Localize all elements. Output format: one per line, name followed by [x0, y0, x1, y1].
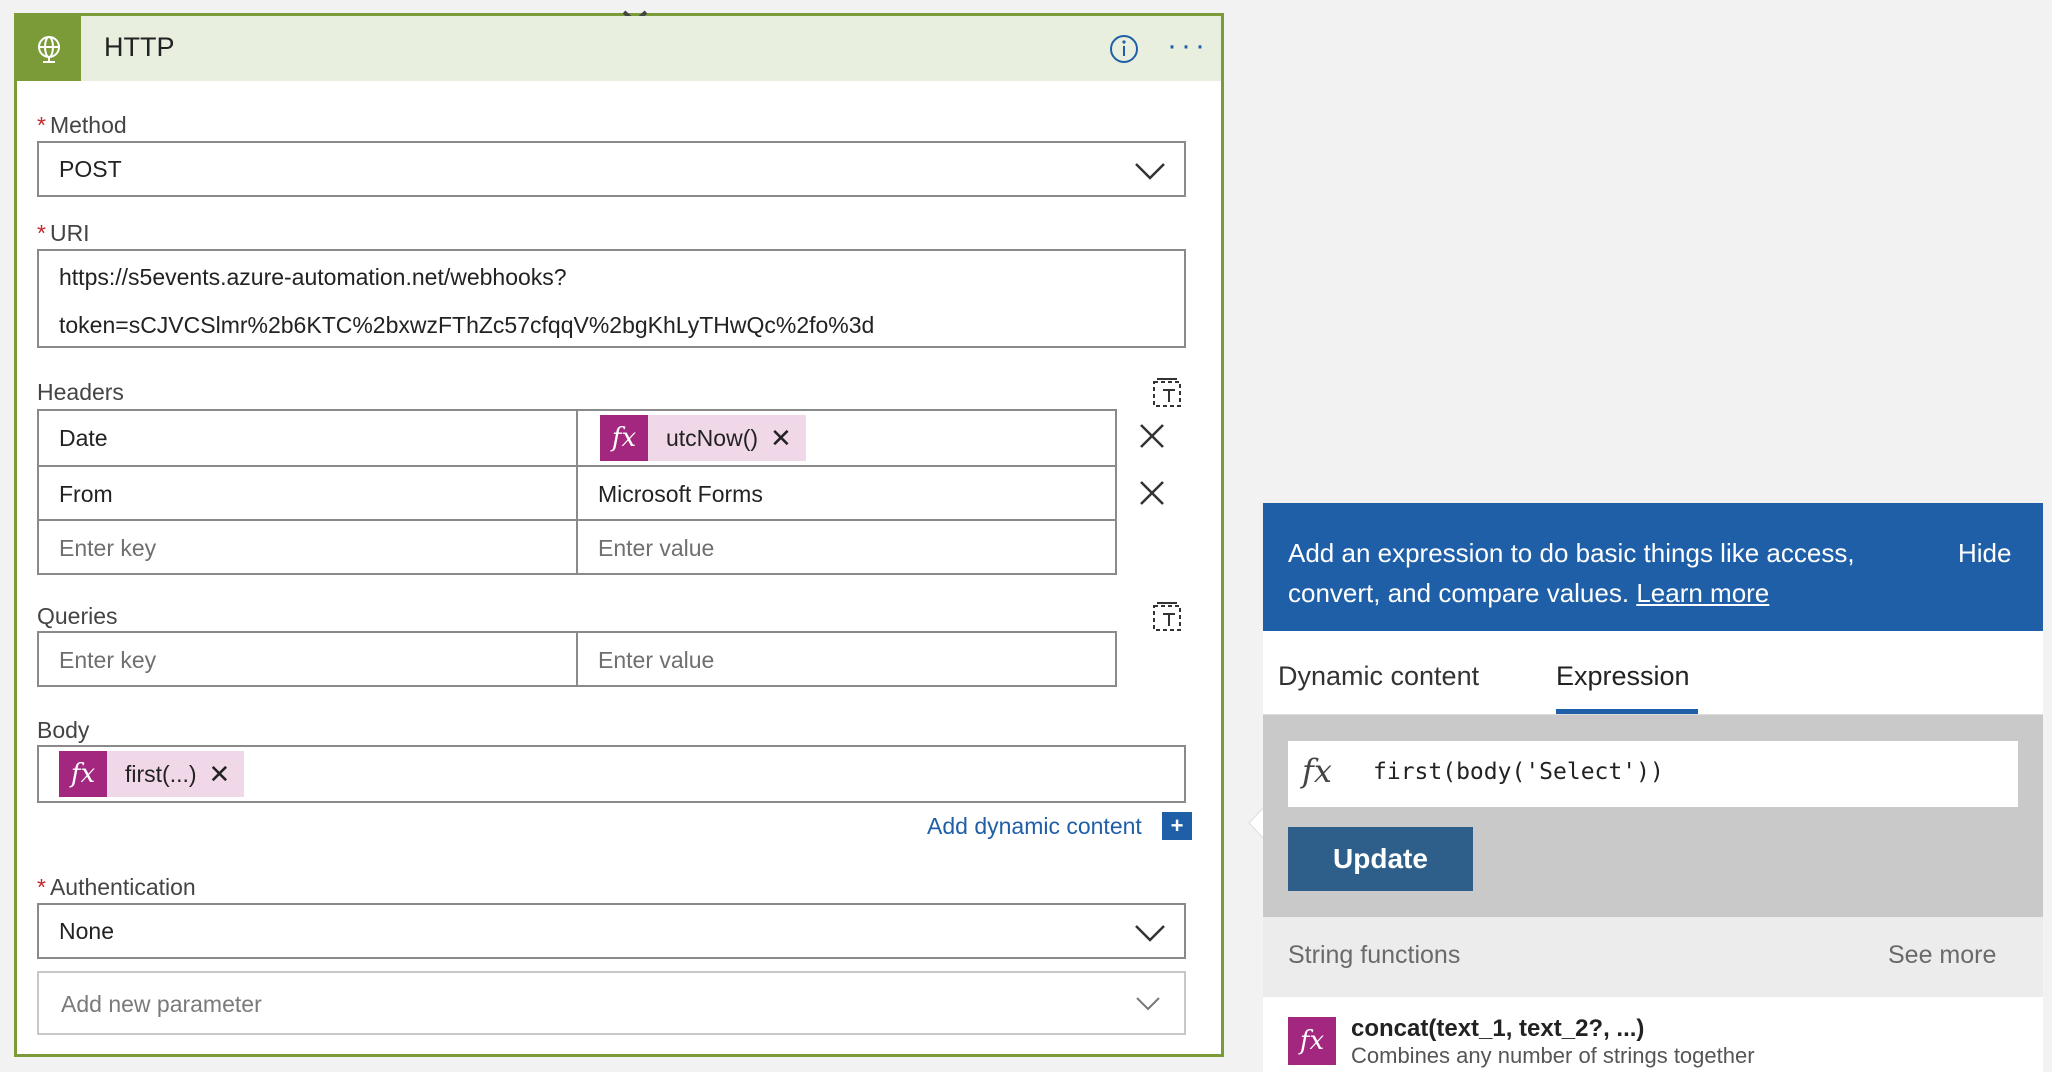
placeholder-text: Enter value	[598, 535, 715, 561]
chevron-down-icon	[1135, 163, 1165, 180]
placeholder-text: Enter value	[598, 647, 715, 673]
placeholder-text: Enter key	[59, 647, 157, 673]
chevron-down-icon	[1136, 997, 1160, 1011]
function-list-item[interactable]: fx concat(text_1, text_2?, ...) Combines…	[1263, 997, 2043, 1072]
panel-info-banner: Add an expression to do basic things lik…	[1263, 503, 2043, 631]
expression-text: first(body('Select'))	[1373, 759, 1664, 785]
card-header[interactable]: HTTP ···	[17, 16, 1221, 81]
update-button[interactable]: Update	[1288, 827, 1473, 891]
see-more-link[interactable]: See more	[1888, 941, 1996, 970]
headers-label: Headers	[37, 379, 124, 405]
authentication-dropdown[interactable]: None	[37, 903, 1186, 959]
active-tab-indicator	[1556, 709, 1698, 714]
header-key-value: Date	[59, 425, 108, 451]
header-key-input[interactable]: Enter key	[37, 519, 578, 575]
remove-token-icon[interactable]: ✕	[209, 759, 231, 790]
expression-token[interactable]: fx utcNow() ✕	[600, 415, 806, 461]
header-key-value: From	[59, 481, 113, 507]
panel-tabs: Dynamic content Expression	[1263, 631, 2043, 715]
authentication-label: * Authentication	[37, 874, 196, 900]
header-key-field[interactable]: From	[37, 465, 578, 521]
fx-icon: fx	[1288, 1017, 1336, 1065]
function-name: concat(text_1, text_2?, ...)	[1351, 1015, 1645, 1042]
header-value-field[interactable]: Microsoft Forms	[576, 465, 1117, 521]
add-dynamic-content-link[interactable]: Add dynamic content	[927, 813, 1142, 840]
uri-line-2: token=sCJVCSlmr%2b6KTC%2bxwzFThZc57cfqqV…	[59, 312, 875, 338]
switch-to-text-mode-icon[interactable]	[1151, 600, 1185, 634]
uri-label: * URI	[37, 220, 90, 246]
learn-more-link[interactable]: Learn more	[1636, 578, 1769, 608]
expression-token[interactable]: fx first(...) ✕	[59, 751, 245, 797]
expression-editor-area: fx first(body('Select')) Update	[1263, 715, 2043, 917]
header-value-field[interactable]: fx utcNow() ✕	[576, 409, 1117, 467]
chevron-down-icon	[1135, 925, 1165, 942]
method-dropdown[interactable]: POST	[37, 141, 1186, 197]
method-label: * Method	[37, 112, 127, 138]
globe-icon	[17, 16, 81, 81]
dynamic-content-panel: Add an expression to do basic things lik…	[1263, 503, 2043, 1072]
remove-token-icon[interactable]: ✕	[770, 423, 792, 454]
info-icon[interactable]	[1109, 34, 1139, 64]
section-title: String functions	[1288, 941, 1461, 969]
query-value-input[interactable]: Enter value	[576, 631, 1117, 687]
placeholder-text: Enter key	[59, 535, 157, 561]
function-description: Combines any number of strings together	[1351, 1043, 1755, 1068]
token-label: first(...)	[125, 760, 197, 787]
panel-info-text: Add an expression to do basic things lik…	[1288, 538, 1855, 608]
http-action-card: HTTP ··· * Method POST * URI https://s5eve…	[14, 10, 1224, 1057]
header-value-text: Microsoft Forms	[598, 481, 763, 507]
query-key-input[interactable]: Enter key	[37, 631, 578, 687]
expression-input[interactable]: fx first(body('Select'))	[1288, 741, 2018, 807]
body-input[interactable]: fx first(...) ✕	[37, 745, 1186, 803]
switch-to-text-mode-icon[interactable]	[1151, 376, 1185, 410]
authentication-value: None	[59, 918, 114, 944]
tab-expression[interactable]: Expression	[1556, 661, 1690, 692]
fx-icon: fx	[1302, 752, 1332, 790]
add-new-parameter-text: Add new parameter	[61, 991, 262, 1017]
method-value: POST	[59, 156, 122, 182]
uri-input[interactable]: https://s5events.azure-automation.net/we…	[37, 249, 1186, 348]
fx-icon: fx	[59, 751, 107, 797]
hide-button[interactable]: Hide	[1958, 538, 2011, 569]
delete-row-icon[interactable]	[1137, 421, 1167, 451]
header-value-input[interactable]: Enter value	[576, 519, 1117, 575]
uri-line-1: https://s5events.azure-automation.net/we…	[59, 264, 567, 290]
add-new-parameter-dropdown[interactable]: Add new parameter	[37, 971, 1186, 1035]
add-dynamic-content-icon[interactable]: +	[1162, 812, 1192, 840]
queries-label: Queries	[37, 603, 118, 629]
string-functions-header: String functions See more	[1263, 917, 2043, 997]
card-title: HTTP	[104, 32, 175, 62]
header-key-field[interactable]: Date	[37, 409, 578, 467]
body-label: Body	[37, 717, 90, 743]
tab-dynamic-content[interactable]: Dynamic content	[1278, 661, 1479, 692]
fx-icon: fx	[600, 415, 648, 461]
delete-row-icon[interactable]	[1137, 478, 1167, 508]
token-label: utcNow()	[666, 424, 759, 451]
